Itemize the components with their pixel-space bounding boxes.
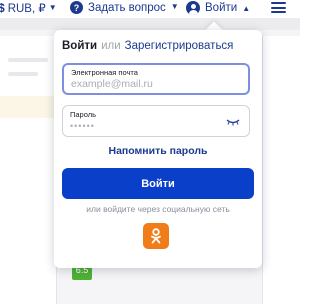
tab-register[interactable]: Зарегистрироваться (125, 40, 234, 52)
email-label: Электронная почта (71, 68, 138, 77)
top-bar: $ RUB, ₽ ▼ ? Задать вопрос ▼ Войти ▲ (0, 0, 300, 18)
auth-tabs: Войти или Зарегистрироваться (62, 40, 233, 52)
question-circle-icon: ? (70, 1, 83, 14)
tab-login[interactable]: Войти (62, 40, 97, 52)
background-card-left (0, 36, 57, 304)
chevron-up-icon: ▲ (242, 3, 251, 13)
chevron-down-icon: ▼ (170, 2, 179, 11)
background-card-right (262, 36, 301, 304)
email-field[interactable]: Электронная почта (62, 63, 250, 95)
password-input[interactable] (70, 121, 220, 131)
odnoklassniki-icon (151, 228, 161, 244)
password-label: Пароль (70, 110, 97, 119)
login-menu-label: Войти (205, 2, 238, 14)
login-submit-button[interactable]: Войти (62, 168, 254, 199)
currency-label: RUB, ₽ (7, 3, 46, 15)
odnoklassniki-login-button[interactable] (143, 223, 169, 249)
eye-closed-icon[interactable] (226, 119, 240, 126)
password-field[interactable]: Пароль (62, 105, 250, 137)
login-popup: Войти или Зарегистрироваться Электронная… (54, 30, 262, 268)
ask-question-label: Задать вопрос (88, 1, 166, 14)
social-login-text: или войдите через социальную сеть (86, 204, 230, 214)
background-bar (0, 18, 300, 30)
currency-icon: $ (0, 1, 5, 15)
tab-separator: или (101, 40, 121, 52)
login-menu-button[interactable]: Войти ▲ (186, 1, 250, 15)
currency-selector[interactable]: $ RUB, ₽ ▼ (0, 1, 57, 15)
user-icon (186, 1, 200, 15)
chevron-down-icon: ▼ (48, 2, 57, 12)
ask-question-button[interactable]: ? Задать вопрос ▼ (70, 1, 179, 14)
remind-password-link[interactable]: Напомнить пароль (54, 145, 262, 157)
email-input[interactable] (71, 78, 221, 90)
hamburger-menu-icon[interactable] (271, 2, 286, 13)
